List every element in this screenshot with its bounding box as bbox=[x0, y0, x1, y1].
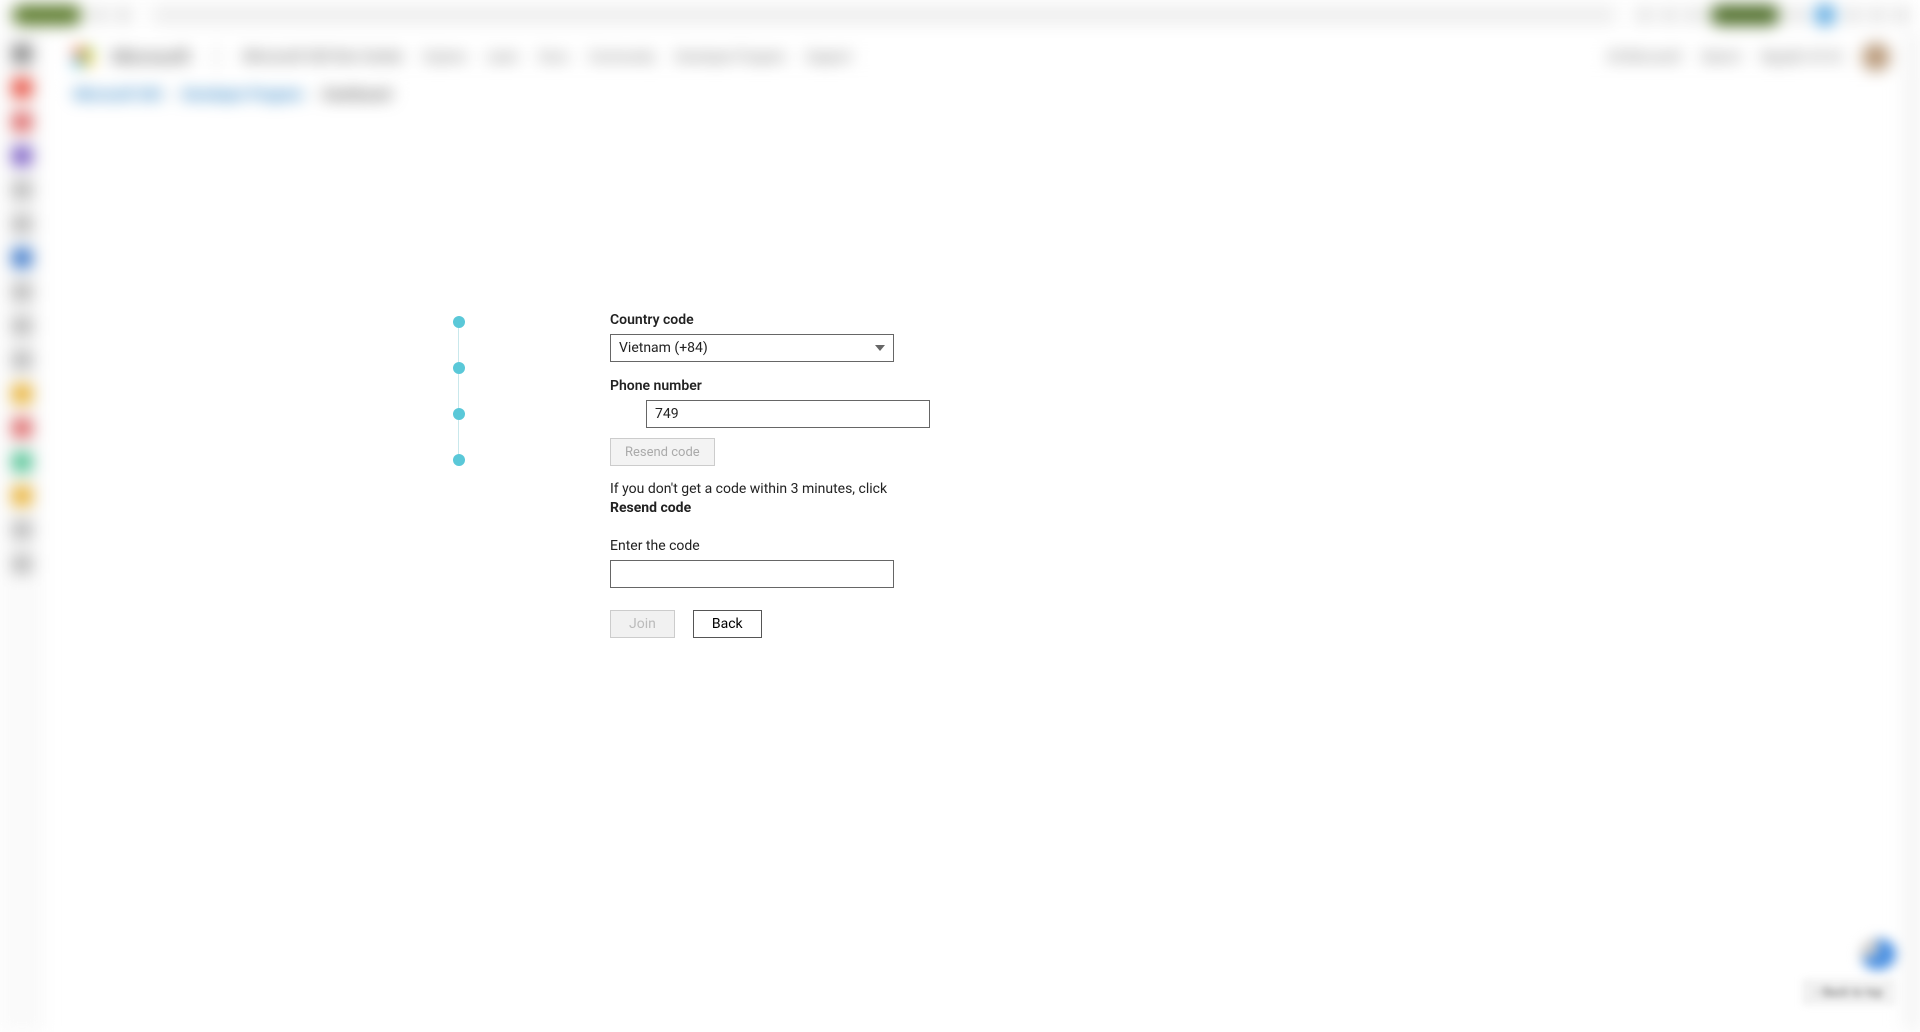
nav-learn[interactable]: Learn bbox=[487, 50, 520, 65]
nav-support[interactable]: Support bbox=[806, 50, 852, 65]
chrome-btn bbox=[1686, 8, 1700, 22]
nav-community[interactable]: Community bbox=[589, 50, 656, 65]
step-line bbox=[458, 420, 459, 454]
rail-icon bbox=[12, 350, 32, 370]
chrome-btn bbox=[1790, 8, 1804, 22]
chrome-btn bbox=[1662, 8, 1676, 22]
rail-icon bbox=[12, 452, 32, 472]
country-code-label: Country code bbox=[610, 312, 894, 328]
help-line: If you don't get a code within 3 minutes… bbox=[610, 481, 887, 497]
phone-label: Phone number bbox=[610, 378, 894, 394]
resend-code-button[interactable]: Resend code bbox=[610, 438, 715, 466]
window-min-icon bbox=[1846, 8, 1860, 22]
rail-icon bbox=[12, 44, 32, 64]
divider bbox=[216, 45, 217, 69]
header-search[interactable]: Search bbox=[1701, 50, 1741, 65]
chrome-btn bbox=[92, 8, 106, 22]
rail-icon bbox=[12, 112, 32, 132]
browser-side-rail bbox=[0, 30, 44, 1032]
breadcrumb: Microsoft 365 › Developer Program › Dash… bbox=[44, 80, 1920, 110]
window-max-icon bbox=[1870, 8, 1884, 22]
code-label: Enter the code bbox=[610, 538, 894, 554]
rail-icon bbox=[12, 78, 32, 98]
step-dot-icon bbox=[453, 316, 465, 328]
site-header: Microsoft Microsoft 365 Dev Center Explo… bbox=[44, 34, 1920, 80]
rail-icon bbox=[12, 486, 32, 506]
product-name: Microsoft 365 Dev Center bbox=[243, 49, 404, 65]
rail-icon bbox=[12, 282, 32, 302]
all-microsoft[interactable]: All Microsoft bbox=[1607, 50, 1681, 65]
help-bold: Resend code bbox=[610, 500, 691, 516]
chrome-btn bbox=[116, 8, 130, 22]
breadcrumb-sep-icon: › bbox=[311, 87, 315, 103]
tab-pill bbox=[12, 5, 82, 25]
phone-input[interactable] bbox=[646, 400, 930, 428]
rail-icon bbox=[12, 418, 32, 438]
step-indicator bbox=[452, 316, 466, 466]
window-close-icon bbox=[1894, 8, 1908, 22]
nav-docs[interactable]: Docs bbox=[539, 50, 568, 65]
chrome-btn bbox=[1638, 8, 1652, 22]
step-line bbox=[458, 328, 459, 362]
breadcrumb-current: Dashboard bbox=[323, 87, 391, 103]
step-dot-icon bbox=[453, 408, 465, 420]
user-name: Nguyễn Vũ Vũ bbox=[1761, 50, 1842, 65]
rail-icon bbox=[12, 384, 32, 404]
breadcrumb-link[interactable]: Microsoft 365 bbox=[74, 87, 162, 103]
rail-icon bbox=[12, 316, 32, 336]
join-button[interactable]: Join bbox=[610, 610, 675, 638]
chevron-down-icon bbox=[875, 345, 885, 351]
brand-text: Microsoft bbox=[112, 47, 190, 68]
back-button[interactable]: Back bbox=[693, 610, 762, 638]
breadcrumb-link[interactable]: Developer Program bbox=[182, 87, 303, 103]
resend-help-text: If you don't get a code within 3 minutes… bbox=[610, 480, 894, 518]
rail-icon bbox=[12, 248, 32, 268]
recaptcha-badge-icon bbox=[1856, 934, 1900, 974]
rail-icon bbox=[12, 146, 32, 166]
rail-icon bbox=[12, 520, 32, 540]
user-avatar-icon[interactable] bbox=[1862, 43, 1890, 71]
nav-explore[interactable]: Explore bbox=[424, 50, 467, 65]
microsoft-logo-icon bbox=[74, 48, 92, 66]
step-dot-icon bbox=[453, 362, 465, 374]
code-input[interactable] bbox=[610, 560, 894, 588]
address-bar bbox=[152, 6, 1616, 24]
step-line bbox=[458, 374, 459, 408]
verification-form: Country code Vietnam (+84) Phone number … bbox=[452, 312, 912, 638]
browser-chrome bbox=[0, 0, 1920, 30]
nav-developer-program[interactable]: Developer Program bbox=[675, 50, 786, 65]
rail-icon bbox=[12, 180, 32, 200]
rail-icon bbox=[12, 214, 32, 234]
extension-pill bbox=[1710, 5, 1780, 25]
profile-avatar-icon bbox=[1814, 4, 1836, 26]
scrollbar[interactable] bbox=[1904, 34, 1920, 1032]
rail-icon bbox=[12, 554, 32, 574]
step-dot-icon bbox=[453, 454, 465, 466]
country-code-value: Vietnam (+84) bbox=[619, 340, 708, 356]
back-to-top-button[interactable]: ↑ Back to top bbox=[1803, 980, 1894, 1004]
button-row: Join Back bbox=[610, 610, 894, 638]
breadcrumb-sep-icon: › bbox=[170, 87, 174, 103]
country-code-select[interactable]: Vietnam (+84) bbox=[610, 334, 894, 362]
